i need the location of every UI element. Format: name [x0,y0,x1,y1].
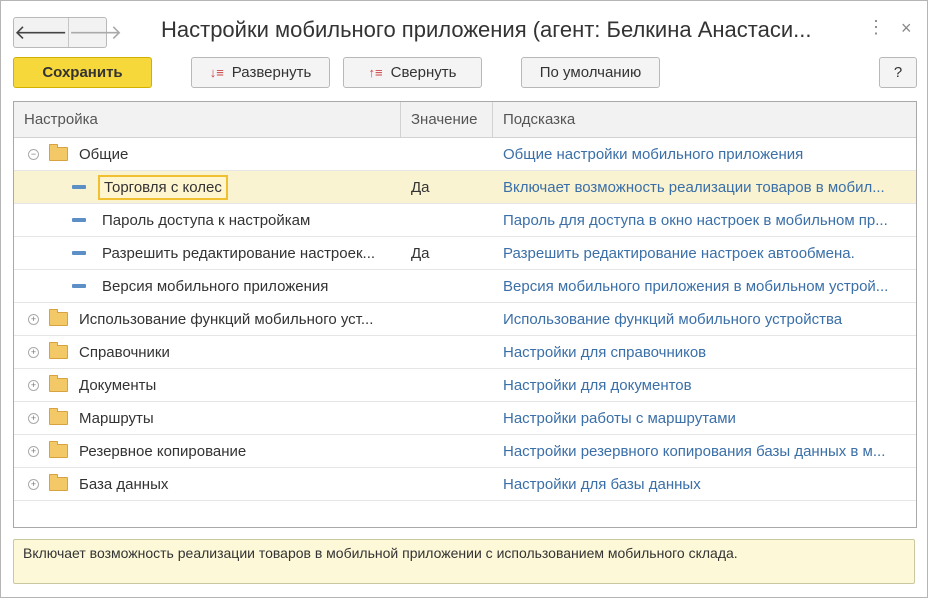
back-icon[interactable]: 🡐 [14,18,68,47]
settings-window: 🡐 🡒 Настройки мобильного приложения (аге… [0,0,928,598]
expand-icon: ↓≡ [209,65,224,80]
setting-cell[interactable]: + Резервное копирование [14,435,401,467]
help-button-label: ? [893,64,903,81]
setting-cell[interactable]: Разрешить редактирование настроек... [14,237,401,269]
setting-label: Маршруты [79,409,154,427]
column-header-hint[interactable]: Подсказка [493,102,916,137]
table-row[interactable]: + Использование функций мобильного уст...… [14,303,916,336]
setting-label: Документы [79,376,157,394]
expand-node-icon[interactable]: + [28,478,39,490]
table-row[interactable]: + Маршруты Настройки работы с маршрутами [14,402,916,435]
setting-cell[interactable]: + Использование функций мобильного уст... [14,303,401,335]
setting-cell[interactable]: − Общие [14,138,401,170]
collapse-node-icon[interactable]: − [28,148,39,160]
table-header: Настройка Значение Подсказка [14,102,916,138]
settings-table: Настройка Значение Подсказка − Общие Общие… [13,101,917,528]
value-cell[interactable]: Да [401,245,493,262]
navigation-buttons: 🡐 🡒 [13,17,122,48]
value-cell[interactable]: Да [401,179,493,196]
table-body: − Общие Общие настройки мобильного приложе… [14,138,916,501]
expand-button[interactable]: ↓≡ Развернуть [191,57,330,88]
table-row[interactable]: Торговля с колес Да Включает возможность р… [14,171,916,204]
folder-icon [49,144,68,161]
table-row[interactable]: Пароль доступа к настройкам Пароль для до… [14,204,916,237]
expand-node-icon[interactable]: + [28,346,39,358]
setting-label: База данных [79,475,169,493]
table-row[interactable]: + Резервное копирование Настройки резервно… [14,435,916,468]
setting-item-icon [72,185,86,189]
hint-cell: Версия мобильного приложения в мобильном… [503,277,889,295]
setting-label: Использование функций мобильного уст... [79,310,374,328]
hint-panel: Включает возможность реализации товаров … [13,539,915,584]
expand-node-icon[interactable]: + [28,412,39,424]
hint-cell: Настройки работы с маршрутами [503,409,736,427]
folder-icon [49,441,68,458]
default-button-label: По умолчанию [539,64,642,81]
setting-cell[interactable]: Пароль доступа к настройкам [14,204,401,236]
table-row[interactable]: − Общие Общие настройки мобильного приложе… [14,138,916,171]
setting-cell[interactable]: + Справочники [14,336,401,368]
setting-label: Торговля с колес [98,174,228,200]
setting-label: Разрешить редактирование настроек... [102,244,376,262]
column-header-setting[interactable]: Настройка [14,102,401,137]
folder-icon [49,342,68,359]
close-icon[interactable]: × [901,18,912,39]
window-title: Настройки мобильного приложения (агент: … [161,17,812,42]
folder-icon [49,474,68,491]
help-button[interactable]: ? [879,57,917,88]
setting-item-icon [72,251,86,255]
collapse-button[interactable]: ↑≡ Свернуть [343,57,482,88]
hint-cell: Настройки для документов [503,376,692,394]
more-icon[interactable]: ⋮ [867,17,885,38]
hint-cell: Использование функций мобильного устройс… [503,310,843,328]
expand-node-icon[interactable]: + [28,445,39,457]
setting-cell[interactable]: + Маршруты [14,402,401,434]
setting-item-icon [72,284,86,288]
hint-cell: Настройки для справочников [503,343,707,361]
table-row[interactable]: + База данных Настройки для базы данных [14,468,916,501]
folder-icon [49,309,68,326]
setting-label: Резервное копирование [79,442,247,460]
setting-label: Справочники [79,343,170,361]
setting-cell[interactable]: Версия мобильного приложения [14,270,401,302]
hint-cell: Пароль для доступа в окно настроек в моб… [503,211,888,229]
table-row[interactable]: + Справочники Настройки для справочников [14,336,916,369]
hint-cell: Включает возможность реализации товаров … [503,178,885,196]
setting-cell[interactable]: Торговля с колес [14,171,401,203]
expand-button-label: Развернуть [231,64,312,81]
table-row[interactable]: Версия мобильного приложения Версия мобил… [14,270,916,303]
setting-label: Пароль доступа к настройкам [102,211,311,229]
folder-icon [49,375,68,392]
setting-label: Версия мобильного приложения [102,277,329,295]
folder-icon [49,408,68,425]
hint-cell: Общие настройки мобильного приложения [503,145,804,163]
collapse-icon: ↑≡ [368,65,383,80]
column-header-value[interactable]: Значение [401,102,493,137]
hint-cell: Разрешить редактирование настроек автооб… [503,244,855,262]
hint-cell: Настройки резервного копирования базы да… [503,442,886,460]
setting-cell[interactable]: + Документы [14,369,401,401]
setting-label: Общие [79,145,129,163]
hint-cell: Настройки для базы данных [503,475,701,493]
save-button-label: Сохранить [42,64,123,81]
setting-item-icon [72,218,86,222]
expand-node-icon[interactable]: + [28,379,39,391]
table-row[interactable]: + Документы Настройки для документов [14,369,916,402]
default-button[interactable]: По умолчанию [521,57,660,88]
forward-icon[interactable]: 🡒 [67,18,122,47]
expand-node-icon[interactable]: + [28,313,39,325]
setting-cell[interactable]: + База данных [14,468,401,500]
collapse-button-label: Свернуть [390,64,457,81]
table-row[interactable]: Разрешить редактирование настроек... Да Ра… [14,237,916,270]
save-button[interactable]: Сохранить [13,57,152,88]
